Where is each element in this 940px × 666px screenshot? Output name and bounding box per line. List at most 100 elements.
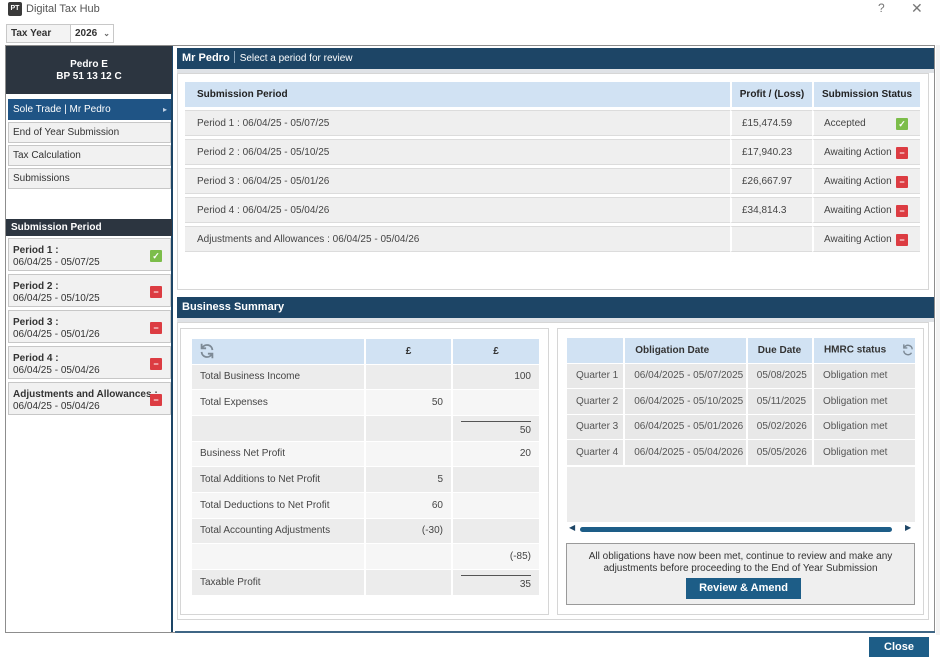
side-period-1[interactable]: Period 1 : 06/04/25 - 05/07/25 ✓ <box>8 238 171 271</box>
row-value-a <box>364 569 452 596</box>
scroll-thumb[interactable] <box>580 527 892 532</box>
submission-status: Awaiting Action − <box>812 168 920 194</box>
quarter: Quarter 1 <box>567 362 625 389</box>
footer-divider <box>175 631 935 633</box>
table-row: Business Net Profit 20 <box>192 440 539 467</box>
header-name: Mr Pedro <box>182 52 230 64</box>
side-period-adjustments[interactable]: Adjustments and Allowances : 06/04/25 - … <box>8 382 171 415</box>
row-label <box>192 414 365 442</box>
hmrc-status: Obligation met <box>811 388 915 415</box>
hmrc-status: Obligation met <box>811 362 915 389</box>
period-name: Period 3 : <box>13 317 59 328</box>
row-value-b <box>451 466 539 493</box>
row-value-b: 35 <box>451 569 539 596</box>
quarter: Quarter 4 <box>567 439 625 466</box>
table-row: Quarter 4 06/04/2025 - 05/04/2026 05/05/20… <box>567 439 915 466</box>
scroll-left-icon[interactable]: ◀ <box>569 523 575 532</box>
business-summary-title: Business Summary <box>182 301 285 313</box>
period-name: Period 2 : <box>13 281 59 292</box>
submission-period: Period 4 : 06/04/25 - 05/04/26 <box>185 197 730 223</box>
table-row[interactable]: Period 1 : 06/04/25 - 05/07/25 £15,474.5… <box>185 110 920 136</box>
business-summary-table: £ £ Total Business Income 100 Total Expen… <box>192 339 539 596</box>
period-name: Adjustments and Allowances : <box>13 389 158 400</box>
submission-period: Adjustments and Allowances : 06/04/25 - … <box>185 226 730 252</box>
nav-item-label: Sole Trade | Mr Pedro <box>13 104 111 115</box>
col-header: Profit / (Loss) <box>730 82 812 107</box>
row-value-a <box>364 363 452 390</box>
due-date: 05/05/2026 <box>745 439 813 466</box>
window-close-icon[interactable]: ✕ <box>911 0 923 17</box>
quarter: Quarter 3 <box>567 413 625 440</box>
due-date: 05/02/2026 <box>745 413 813 440</box>
row-label: Total Business Income <box>192 363 365 390</box>
row-label: Business Net Profit <box>192 440 365 467</box>
awaiting-minus-icon: − <box>150 286 162 298</box>
submission-profit: £17,940.23 <box>730 139 812 165</box>
tax-year-select[interactable]: 2026 ⌄ <box>70 24 114 43</box>
row-value-a: 60 <box>364 491 452 519</box>
obligation-date: 06/04/2025 - 05/04/2026 <box>623 439 747 466</box>
table-row: (-85) <box>192 543 539 570</box>
table-row: Taxable Profit 35 <box>192 569 539 596</box>
table-row[interactable]: Period 3 : 06/04/25 - 05/01/26 £26,667.9… <box>185 168 920 194</box>
row-value-b: 100 <box>451 363 539 390</box>
hmrc-status: Obligation met <box>811 413 915 440</box>
nav-item-end-of-year[interactable]: End of Year Submission <box>8 122 171 143</box>
due-date: 05/11/2025 <box>745 388 813 415</box>
scroll-right-icon[interactable]: ▶ <box>905 523 911 532</box>
client-ref: BP 51 13 12 C <box>56 71 122 82</box>
col-header: Due Date <box>745 338 813 363</box>
accepted-check-icon: ✓ <box>150 250 162 262</box>
awaiting-minus-icon: − <box>896 147 908 159</box>
submission-period: Period 2 : 06/04/25 - 05/10/25 <box>185 139 730 165</box>
refresh-icon[interactable] <box>901 343 915 357</box>
awaiting-minus-icon: − <box>150 322 162 334</box>
help-icon[interactable]: ? <box>878 1 885 15</box>
obligation-date: 06/04/2025 - 05/01/2026 <box>623 413 747 440</box>
submission-status: Awaiting Action − <box>812 226 920 252</box>
side-period-3[interactable]: Period 3 : 06/04/25 - 05/01/26 − <box>8 310 171 343</box>
table-row[interactable]: Period 2 : 06/04/25 - 05/10/25 £17,940.2… <box>185 139 920 165</box>
side-period-2[interactable]: Period 2 : 06/04/25 - 05/10/25 − <box>8 274 171 307</box>
submission-profit <box>730 226 812 252</box>
table-row: Quarter 2 06/04/2025 - 05/10/2025 05/11/20… <box>567 388 915 415</box>
close-button[interactable]: Close <box>869 637 929 657</box>
table-row[interactable]: Adjustments and Allowances : 06/04/25 - … <box>185 226 920 252</box>
col-header: Submission Status <box>812 82 920 107</box>
table-row: Total Deductions to Net Profit 60 <box>192 491 539 519</box>
awaiting-minus-icon: − <box>896 234 908 246</box>
col-header: £ <box>364 339 452 364</box>
period-dates: 06/04/25 - 05/04/26 <box>13 365 100 376</box>
awaiting-minus-icon: − <box>896 205 908 217</box>
row-value-a: (-30) <box>364 517 452 544</box>
title-bar <box>0 0 940 18</box>
row-value-a <box>364 440 452 467</box>
table-row[interactable]: Period 4 : 06/04/25 - 05/04/26 £34,814.3… <box>185 197 920 223</box>
submission-profit: £34,814.3 <box>730 197 812 223</box>
row-value-b <box>451 389 539 416</box>
nav-item-submissions[interactable]: Submissions <box>8 168 171 189</box>
table-row: Total Additions to Net Profit 5 <box>192 466 539 493</box>
side-period-4[interactable]: Period 4 : 06/04/25 - 05/04/26 − <box>8 346 171 379</box>
row-label: Taxable Profit <box>192 569 365 596</box>
client-name: Pedro E <box>70 59 108 70</box>
row-value-a: 50 <box>364 389 452 416</box>
side-period-title: Submission Period <box>6 219 172 236</box>
submission-profit: £26,667.97 <box>730 168 812 194</box>
app-logo: PT <box>8 2 22 16</box>
row-value-b <box>451 491 539 519</box>
table-header-row: £ £ <box>192 339 539 364</box>
refresh-icon <box>200 344 214 359</box>
review-amend-button[interactable]: Review & Amend <box>686 578 801 599</box>
obligations-table: Obligation Date Due Date HMRC status Qua… <box>567 338 915 466</box>
obligation-date: 06/04/2025 - 05/07/2025 <box>623 362 747 389</box>
nav-item-sole-trade[interactable]: Sole Trade | Mr Pedro ▸ <box>8 99 171 120</box>
col-header: HMRC status <box>811 338 915 363</box>
tax-year-label: Tax Year <box>6 24 70 43</box>
refresh-summary-button[interactable] <box>192 339 365 364</box>
due-date: 05/08/2025 <box>745 362 813 389</box>
nav-item-tax-calculation[interactable]: Tax Calculation <box>8 145 171 166</box>
period-dates: 06/04/25 - 05/01/26 <box>13 329 100 340</box>
business-summary-header: Business Summary <box>177 297 934 322</box>
row-label: Total Accounting Adjustments <box>192 517 365 544</box>
